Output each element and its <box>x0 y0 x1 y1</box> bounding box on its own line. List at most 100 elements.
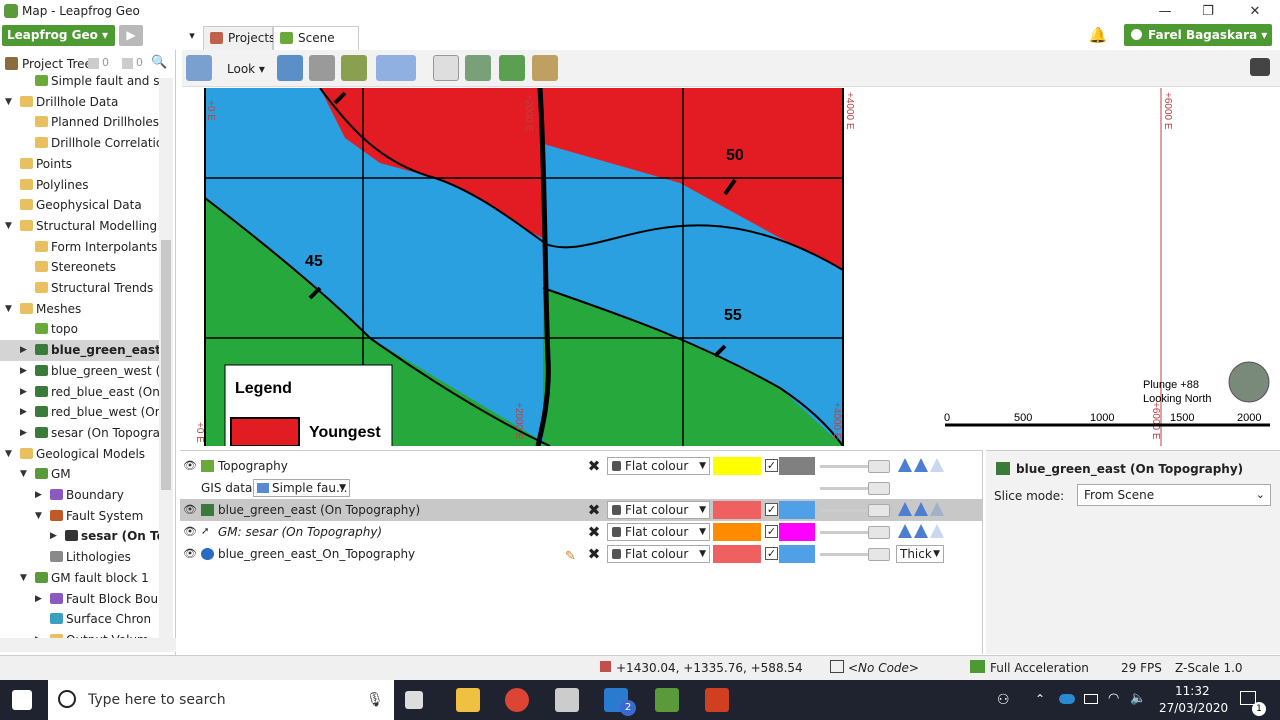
tree-item[interactable]: ▶ red_blue_east (On To <box>0 382 159 403</box>
store-icon[interactable] <box>555 688 579 712</box>
user-menu-button[interactable]: Farel Bagaskara ▾ <box>1124 24 1272 46</box>
draw-line-icon[interactable] <box>309 55 335 81</box>
tree-item[interactable]: Drillhole Correlation <box>0 133 159 154</box>
flip-icon[interactable] <box>930 502 944 516</box>
expand-down-icon[interactable]: ▼ <box>20 464 27 485</box>
tab-scene-view[interactable]: Scene View <box>273 26 359 67</box>
remove-icon[interactable]: ✖ <box>586 502 602 518</box>
volume-icon[interactable]: 🔈 <box>1130 691 1146 706</box>
close-button[interactable]: ✕ <box>1240 2 1270 22</box>
windows-start-icon[interactable] <box>12 690 32 710</box>
expand-right-icon[interactable]: ▶ <box>35 485 42 506</box>
tree-item[interactable]: ▼ GM <box>0 464 159 485</box>
tree-item[interactable]: Form Interpolants <box>0 237 159 258</box>
tree-item[interactable]: Stereonets <box>0 257 159 278</box>
tree-item[interactable]: ▼ GM fault block 1 <box>0 568 159 589</box>
layer-row-blue-green-east-mesh[interactable]: 👁 blue_green_east_On_Topography ✎ ✖ Flat… <box>180 543 983 565</box>
tree-item[interactable]: ▼ Drillhole Data <box>0 92 159 113</box>
leapfrog-taskbar-icon[interactable] <box>655 688 679 712</box>
restore-button[interactable]: ❐ <box>1193 2 1223 22</box>
expand-down-icon[interactable]: ▼ <box>5 92 12 113</box>
tree-item[interactable]: Points <box>0 154 159 175</box>
microphone-icon[interactable]: 🎙 <box>366 680 384 720</box>
tree-item[interactable]: Geophysical Data <box>0 195 159 216</box>
colour-swatch-2[interactable] <box>779 501 815 519</box>
tree-hscrollbar[interactable] <box>0 638 176 652</box>
task-view-icon[interactable] <box>405 691 423 709</box>
expand-down-icon[interactable]: ▼ <box>5 299 12 320</box>
display-mode-select[interactable]: Flat colour ▼ <box>607 457 710 475</box>
slice-mode-select[interactable]: From Scene ⌄ <box>1077 484 1271 506</box>
search-input[interactable]: Type here to search 🎙 <box>48 680 394 720</box>
tree-item[interactable]: Simple fault and sed <box>0 71 159 92</box>
eye-icon[interactable]: 👁 <box>183 503 197 516</box>
flip-icon[interactable] <box>930 524 944 538</box>
minimize-button[interactable]: — <box>1150 2 1180 22</box>
checkbox[interactable]: ✓ <box>765 525 778 538</box>
flip-icon[interactable] <box>898 458 912 472</box>
tree-item[interactable]: ▶ red_blue_west (On T <box>0 402 159 423</box>
remove-icon[interactable]: ✖ <box>586 458 602 474</box>
app-menu-button[interactable]: Leapfrog Geo ▾ <box>2 25 115 46</box>
opacity-slider[interactable] <box>820 482 890 495</box>
checkbox[interactable]: ✓ <box>765 459 778 472</box>
tree-item[interactable]: Surface Chron <box>0 609 159 630</box>
colour-swatch-1[interactable] <box>713 545 761 563</box>
flip-icon[interactable] <box>914 458 928 472</box>
flip-icon[interactable] <box>914 524 928 538</box>
tree-item[interactable]: ▶ blue_green_west (Or <box>0 361 159 382</box>
expand-right-icon[interactable]: ▶ <box>20 402 27 423</box>
colour-swatch-2[interactable] <box>779 457 815 475</box>
expand-down-icon[interactable]: ▼ <box>35 506 42 527</box>
tree-item[interactable]: Polylines <box>0 175 159 196</box>
expand-right-icon[interactable]: ▶ <box>20 423 27 444</box>
flip-icon[interactable] <box>898 502 912 516</box>
reset-view-icon[interactable] <box>186 55 212 81</box>
tab-projects[interactable]: Projects <box>203 26 275 50</box>
expand-down-icon[interactable]: ▼ <box>5 444 12 465</box>
colour-swatch-2[interactable] <box>779 523 815 541</box>
expand-right-icon[interactable]: ▶ <box>20 361 27 382</box>
look-dropdown[interactable]: Look ▾ <box>227 62 265 76</box>
expand-right-icon[interactable]: ▶ <box>20 340 27 361</box>
tree-item[interactable]: ▶ Boundary <box>0 485 159 506</box>
flip-icon[interactable] <box>898 524 912 538</box>
clock-time[interactable]: 11:32 <box>1175 684 1210 698</box>
gis-data-select[interactable]: Simple fau... ▼ <box>253 479 350 497</box>
tree-item[interactable]: ▼ Fault System <box>0 506 159 527</box>
display-mode-select[interactable]: Flat colour ▼ <box>607 545 710 563</box>
slice-icon[interactable] <box>277 55 303 81</box>
flip-icon[interactable] <box>930 458 944 472</box>
people-icon[interactable]: ⚇ <box>997 692 1010 708</box>
ruler-pick-icon[interactable] <box>465 55 491 81</box>
tree-scroll-thumb[interactable] <box>161 240 171 490</box>
mesh-tool-icon[interactable] <box>341 55 367 81</box>
measure-icon[interactable] <box>532 55 558 81</box>
search-icon[interactable]: 🔍 <box>151 55 167 70</box>
battery-icon[interactable] <box>1084 694 1098 704</box>
tree-item[interactable]: Structural Trends <box>0 278 159 299</box>
scene-view[interactable]: 50 45 55 Legend Youngest +0 E +2000 E +4… <box>180 88 1280 446</box>
pencil-icon[interactable]: ✎ <box>565 546 576 568</box>
tree-item[interactable]: topo <box>0 319 159 340</box>
eye-icon[interactable]: 👁 <box>183 547 197 560</box>
opacity-slider[interactable] <box>820 526 890 539</box>
eye-icon[interactable]: 👁 <box>183 459 197 472</box>
tree-item[interactable]: ▶ blue_green_east (O <box>0 340 159 362</box>
colour-swatch-2[interactable] <box>779 545 815 563</box>
tree-item[interactable]: ▶ Fault Block Bou <box>0 589 159 610</box>
acrobat-icon[interactable] <box>705 688 729 712</box>
opacity-slider[interactable] <box>820 504 890 517</box>
tree-item[interactable]: Lithologies <box>0 547 159 568</box>
play-icon[interactable]: ▶ <box>119 25 143 46</box>
flip-icon[interactable] <box>914 502 928 516</box>
tree-item[interactable]: ▶ sesar (On Topograpl <box>0 423 159 444</box>
checkbox[interactable]: ✓ <box>765 503 778 516</box>
interpolant-icon[interactable] <box>499 55 525 81</box>
tree-item[interactable]: Planned Drillholes <box>0 112 159 133</box>
eye-icon[interactable]: 👁 <box>183 525 197 538</box>
tree-item[interactable]: ▼ Geological Models <box>0 444 159 465</box>
tree-item[interactable]: ▼ Meshes <box>0 299 159 320</box>
onedrive-icon[interactable] <box>1059 694 1075 704</box>
expand-right-icon[interactable]: ▶ <box>50 526 57 547</box>
